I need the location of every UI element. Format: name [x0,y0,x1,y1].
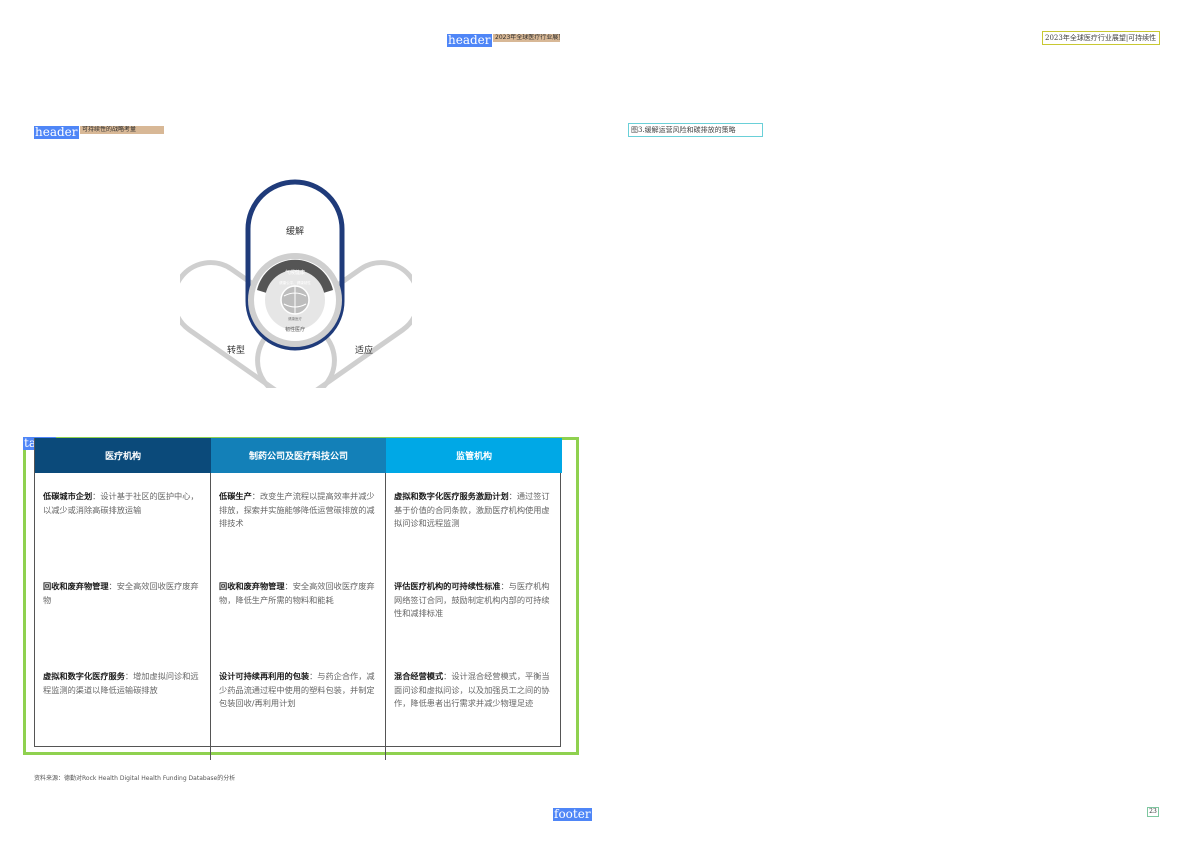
header-annotation-tag: header [447,33,492,47]
table-cell: 低碳生产：改变生产流程以提高效率并减少排放，探索并实施能够降低运营碳排放的减排技… [219,491,375,528]
table-column: 低碳生产：改变生产流程以提高效率并减少排放，探索并实施能够降低运营碳排放的减排技… [211,473,386,760]
table-cell: 评估医疗机构的可持续性标准：与医疗机构网络签订合同，鼓励制定机构内部的可持续性和… [394,581,550,618]
running-header-right-label: 2023年全球医疗行业展望|可持续性 [1042,31,1160,45]
table-cell: 回收和废弃物管理：安全高效回收医疗废弃物 [43,581,199,605]
label-mitigation: 缓解 [286,225,304,237]
ring-label-lower-center: 健康医疗 [288,316,302,321]
table-cell: 回收和废弃物管理：安全高效回收医疗废弃物，降低生产所需的物料和能耗 [219,581,375,605]
section-header-annotation-tag: header [34,125,79,139]
table-cell: 虚拟和数字化医疗服务激励计划：通过签订基于价值的合同条款，激励医疗机构使用虚拟问… [394,491,550,528]
label-adaptation: 适应 [355,344,373,356]
source-note: 资料来源：德勤对Rock Health Digital Health Fundi… [34,775,236,782]
table-header-regulators: 监管机构 [386,438,562,473]
strategy-diagram: 缓解 转型 适应 气候健康 健康公平、健康韧性 健康医疗 韧性医疗 [180,179,412,388]
table-header-healthcare-providers: 医疗机构 [35,438,211,473]
ring-label-bottom: 韧性医疗 [285,326,305,333]
table-cell: 低碳城市企划：设计基于社区的医护中心，以减少或消除高碳排放运输 [43,491,199,515]
table-column: 虚拟和数字化医疗服务激励计划：通过签订基于价值的合同条款，激励医疗机构使用虚拟问… [386,473,562,760]
table-cell: 虚拟和数字化医疗服务：增加虚拟问诊和远程监测的渠道以降低运输碳排放 [43,671,199,695]
table-cell: 混合经营模式：设计混合经营模式，平衡当面问诊和虚拟问诊，以及加强员工之间的协作，… [394,671,550,708]
figure-caption: 图3.缓解运营风险和碳排放的策略 [628,123,763,137]
table-column: 低碳城市企划：设计基于社区的医护中心，以减少或消除高碳排放运输 回收和废弃物管理… [35,473,211,760]
running-header-strip: 2023年全球医疗行业展望 [493,34,560,42]
footer-annotation-tag: footer [553,807,592,821]
label-transformation: 转型 [227,344,245,356]
page-number: 23 [1147,807,1159,817]
section-header-strip: 可持续性的战略考量 [80,126,164,134]
ring-label-upper-center: 健康公平、健康韧性 [279,280,311,285]
table-cell: 设计可持续再利用的包装：与药企合作，减少药品流通过程中使用的塑料包装，并制定包装… [219,671,375,708]
table-header-pharma-medtech: 制药公司及医疗科技公司 [211,438,386,473]
strategy-table: 医疗机构 制药公司及医疗科技公司 监管机构 低碳城市企划：设计基于社区的医护中心… [34,438,562,760]
ring-label-top: 气候健康 [285,269,305,276]
